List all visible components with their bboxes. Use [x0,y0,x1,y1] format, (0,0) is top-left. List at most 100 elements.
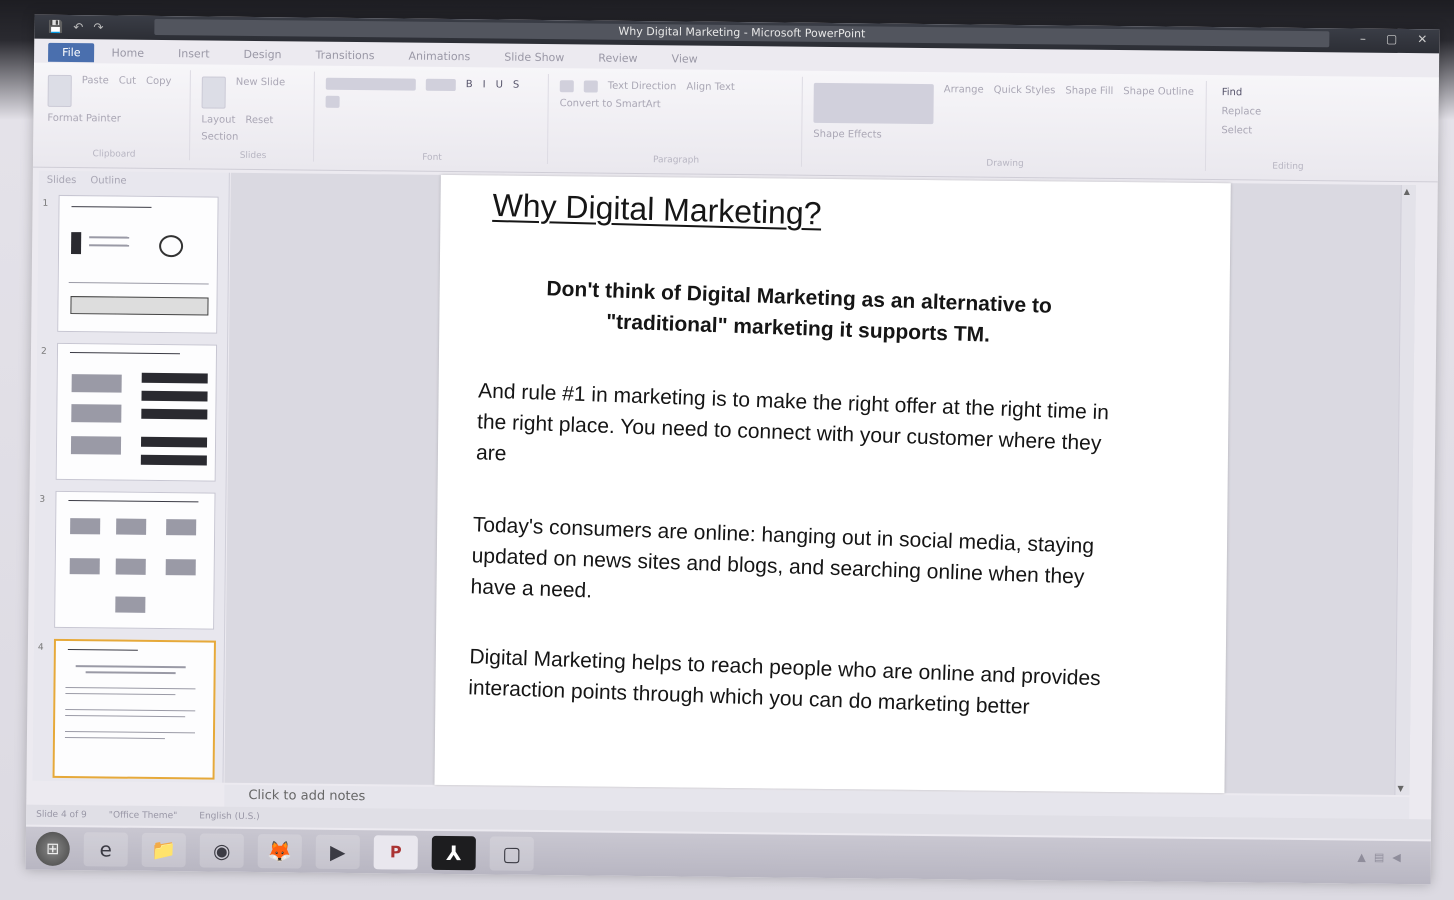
acrobat-icon[interactable]: ⅄ [431,835,476,870]
tab-outline[interactable]: Outline [90,175,126,186]
tab-view[interactable]: View [655,52,715,66]
network-icon[interactable]: ▤ [1374,851,1385,864]
intro-paragraph[interactable]: Don't think of Digital Marketing as an a… [498,272,1100,355]
body-paragraph-2[interactable]: Today's consumers are online: hanging ou… [470,509,1133,625]
slide-number: 3 [39,494,46,505]
font-label: Font [422,152,442,163]
slide-info: Slide 4 of 9 [36,809,87,821]
slide-thumbnail-selected[interactable] [52,638,216,780]
font-size-dropdown[interactable] [425,78,456,92]
tab-transitions[interactable]: Transitions [298,48,391,62]
align-text-button[interactable]: Align Text [686,81,735,94]
shadow-button[interactable]: S [513,80,519,92]
close-button[interactable]: ✕ [1417,32,1427,46]
firefox-icon[interactable]: 🦊 [257,833,302,869]
shape-effects-button[interactable]: Shape Effects [813,129,882,141]
monitor-frame: 💾 ↶ ↷ Why Digital Marketing - Microsoft … [0,0,1454,900]
slide-title[interactable]: Why Digital Marketing? [492,187,822,233]
format-painter-button[interactable]: Format Painter [47,113,121,125]
layout-button[interactable]: Layout [201,114,235,125]
vertical-scrollbar[interactable]: ▲ ▼ [1394,184,1416,796]
new-slide-button[interactable]: New Slide [236,77,286,110]
slide-thumbnail-row[interactable]: 1 [41,194,222,337]
quick-styles-button[interactable]: Quick Styles [993,85,1056,126]
cut-button[interactable]: Cut [119,76,136,108]
volume-icon[interactable]: ◀ [1392,851,1401,864]
maximize-button[interactable]: ▢ [1386,32,1397,46]
slide-thumbnail-row[interactable]: 4 [37,638,218,781]
slide-thumbnail-row[interactable]: 3 [38,490,219,633]
tray-up-icon[interactable]: ▲ [1357,851,1366,864]
bullets-icon[interactable] [559,80,574,93]
system-tray: ▲ ▤ ◀ [1357,851,1400,864]
slide-editing-area: Why Digital Marketing? Don't think of Di… [224,172,1416,796]
shape-fill-button[interactable]: Shape Fill [1065,85,1113,125]
slide-thumbnail[interactable] [54,490,216,630]
drawing-group: Arrange Quick Styles Shape Fill Shape Ou… [804,76,1207,171]
slide-thumbnail[interactable] [57,194,219,334]
paragraph-label: Paragraph [652,155,700,166]
reset-button[interactable]: Reset [245,115,273,126]
paste-icon[interactable] [47,74,72,108]
tab-slide-show[interactable]: Slide Show [487,50,581,64]
clipboard-group: Paste Cut Copy Format Painter Clipboard [39,68,191,161]
italic-button[interactable]: I [483,79,486,91]
underline-button[interactable]: U [496,79,503,91]
save-icon[interactable]: 💾 [48,20,63,34]
text-direction-button[interactable]: Text Direction [608,81,677,94]
paragraph-group: Text Direction Align Text Convert to Sma… [550,74,803,167]
screen: 💾 ↶ ↷ Why Digital Marketing - Microsoft … [25,14,1440,885]
shapes-gallery[interactable] [813,82,934,125]
tab-animations[interactable]: Animations [391,49,487,63]
window-controls: – ▢ ✕ [1360,32,1428,47]
smartart-button[interactable]: Convert to SmartArt [560,98,661,110]
slide-thumbnail-row[interactable]: 2 [40,342,221,485]
replace-button[interactable]: Replace [1222,106,1356,118]
quick-access-toolbar: 💾 ↶ ↷ [48,20,103,35]
paste-button[interactable]: Paste [82,75,109,107]
slide-thumbnail[interactable] [55,342,218,482]
section-button[interactable]: Section [201,131,238,142]
tab-insert[interactable]: Insert [161,46,227,60]
chrome-icon[interactable]: ◉ [199,832,244,868]
new-slide-icon[interactable] [201,76,226,109]
ribbon: Paste Cut Copy Format Painter Clipboard … [32,62,1439,183]
body-paragraph-3[interactable]: Digital Marketing helps to reach people … [468,641,1130,726]
font-name-dropdown[interactable] [325,77,416,91]
app-window-icon[interactable]: ▢ [489,835,534,871]
bold-button[interactable]: B [466,79,473,91]
font-color-icon[interactable] [325,95,340,108]
minimize-button[interactable]: – [1360,32,1366,46]
media-player-icon[interactable]: ▶ [315,834,360,869]
shape-outline-button[interactable]: Shape Outline [1123,86,1194,127]
tab-design[interactable]: Design [227,47,299,61]
numbering-icon[interactable] [583,80,598,93]
start-button[interactable]: ⊞ [35,831,70,866]
language: English (U.S.) [199,811,260,823]
slide-number: 4 [37,642,44,653]
folder-icon[interactable]: 📁 [141,832,186,867]
redo-icon[interactable]: ↷ [93,20,103,34]
undo-icon[interactable]: ↶ [73,20,83,34]
theme-name: "Office Theme" [108,810,178,822]
body-paragraph-1[interactable]: And rule #1 in marketing is to make the … [476,375,1139,491]
slide-canvas[interactable]: Why Digital Marketing? Don't think of Di… [434,174,1231,794]
tab-slides[interactable]: Slides [47,175,77,186]
slides-panel: Slides Outline 1 2 3 4 [32,170,230,783]
arrange-button[interactable]: Arrange [943,84,984,124]
tab-home[interactable]: Home [94,46,161,60]
clipboard-label: Clipboard [92,149,136,160]
tab-review[interactable]: Review [581,51,654,65]
scroll-up-icon[interactable]: ▲ [1404,187,1410,196]
slide-number: 2 [40,346,47,357]
powerpoint-icon[interactable]: P [373,834,418,870]
copy-button[interactable]: Copy [146,76,171,108]
ie-icon[interactable]: e [83,831,128,867]
scroll-down-icon[interactable]: ▼ [1397,784,1403,793]
find-button[interactable]: Find [1222,87,1356,99]
editing-group: Find Replace Select Editing [1213,81,1364,173]
notes-placeholder: Click to add notes [248,787,366,805]
select-button[interactable]: Select [1221,125,1355,137]
tab-file[interactable]: File [48,42,95,62]
panel-tabs: Slides Outline [39,171,229,192]
